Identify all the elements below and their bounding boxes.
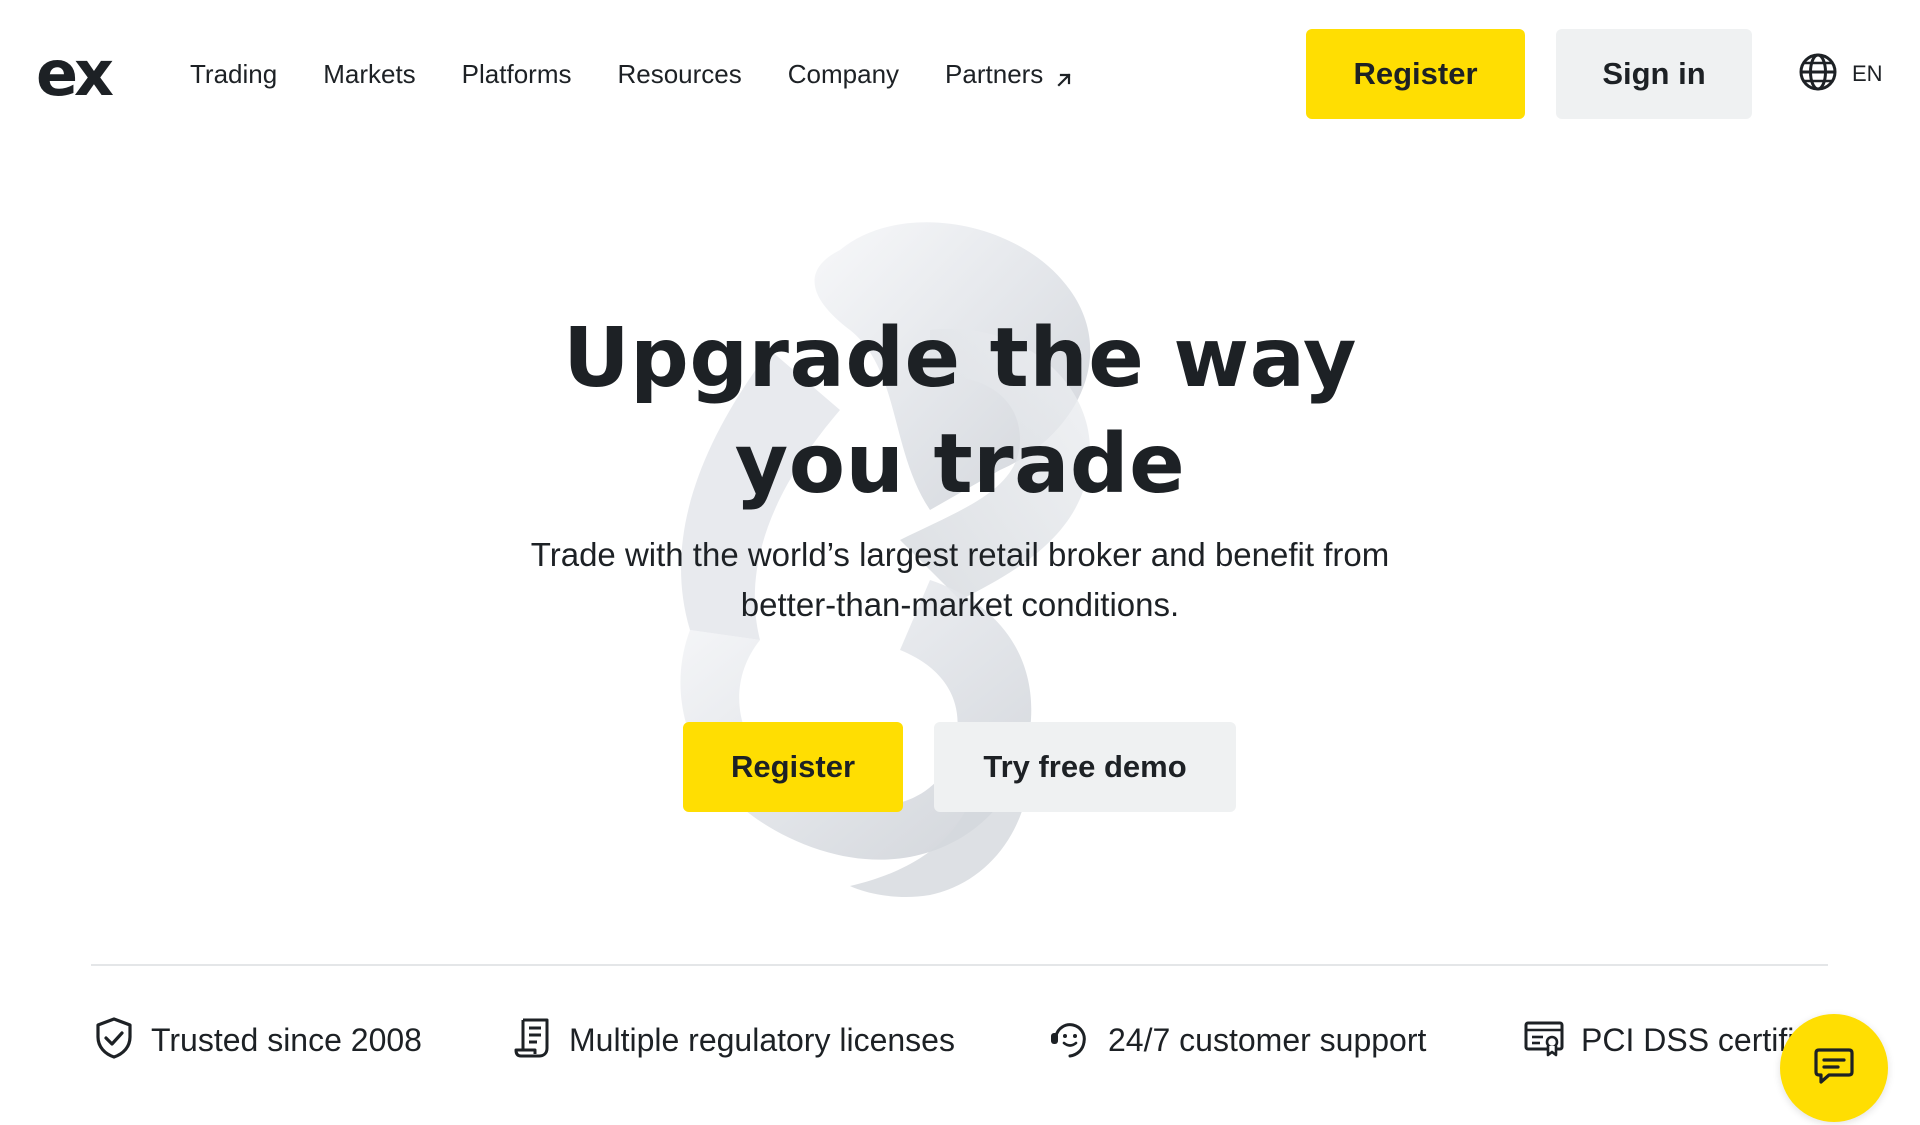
feature-label: Trusted since 2008: [151, 1021, 422, 1058]
nav-item-trading[interactable]: Trading: [190, 59, 277, 90]
nav-item-company[interactable]: Company: [788, 59, 899, 90]
hero-title: Upgrade the way you trade: [460, 306, 1460, 518]
nav-item-label: Resources: [617, 58, 742, 89]
header-register-button[interactable]: Register: [1306, 29, 1525, 119]
shield-check-icon: [93, 1016, 135, 1065]
hero-subtitle-line: better-than-market conditions.: [740, 586, 1180, 623]
nav-item-resources[interactable]: Resources: [617, 59, 741, 90]
try-free-demo-label: Try free demo: [983, 749, 1187, 784]
feature-licenses: Multiple regulatory licenses: [513, 1010, 955, 1070]
section-divider: [91, 964, 1828, 966]
nav-item-label: Partners: [945, 58, 1044, 89]
try-free-demo-button[interactable]: Try free demo: [934, 722, 1236, 812]
external-arrow-icon: [1055, 65, 1073, 87]
site-header: ex Trading Markets Platforms Resources C…: [0, 0, 1920, 148]
nav-item-partners[interactable]: Partners: [945, 59, 1073, 90]
nav-item-label: Markets: [323, 58, 416, 89]
feature-label: 24/7 customer support: [1108, 1021, 1427, 1058]
hero-subtitle-line: Trade with the world’s largest retail br…: [530, 536, 1390, 573]
header-register-label: Register: [1353, 56, 1478, 91]
page: ex Trading Markets Platforms Resources C…: [0, 0, 1920, 1125]
hero-title-line: you trade: [734, 417, 1186, 512]
hero-title-line: Upgrade the way: [563, 311, 1357, 406]
chat-bubble-icon: [1813, 1046, 1855, 1091]
feature-support: 24/7 customer support: [1048, 1010, 1426, 1070]
certificate-icon: [1523, 1017, 1565, 1064]
globe-icon: [1798, 52, 1838, 97]
support-headset-icon: [1048, 1016, 1092, 1065]
feature-pci: PCI DSS certifi: [1523, 1010, 1794, 1070]
hero-subtitle: Trade with the world’s largest retail br…: [440, 530, 1480, 630]
features-strip: Trusted since 2008 Multiple regulatory l…: [0, 1010, 1920, 1070]
chat-button[interactable]: [1780, 1014, 1888, 1122]
hero-register-button[interactable]: Register: [683, 722, 903, 812]
language-selector[interactable]: EN: [1798, 52, 1883, 97]
nav-item-platforms[interactable]: Platforms: [462, 59, 572, 90]
nav-item-markets[interactable]: Markets: [323, 59, 415, 90]
main-nav: Trading Markets Platforms Resources Comp…: [190, 54, 1119, 94]
feature-label: PCI DSS certifi: [1581, 1021, 1795, 1058]
header-signin-label: Sign in: [1602, 56, 1706, 91]
feature-trusted: Trusted since 2008: [93, 1010, 422, 1070]
header-signin-button[interactable]: Sign in: [1556, 29, 1752, 119]
brand-logo-text: ex: [36, 37, 114, 110]
nav-item-label: Company: [787, 58, 900, 89]
brand-logo[interactable]: ex: [36, 37, 132, 110]
language-label: EN: [1852, 61, 1883, 86]
feature-label: Multiple regulatory licenses: [569, 1021, 955, 1058]
document-license-icon: [513, 1016, 553, 1065]
hero-register-label: Register: [730, 749, 856, 784]
nav-item-label: Platforms: [461, 58, 572, 89]
nav-item-label: Trading: [190, 58, 278, 89]
